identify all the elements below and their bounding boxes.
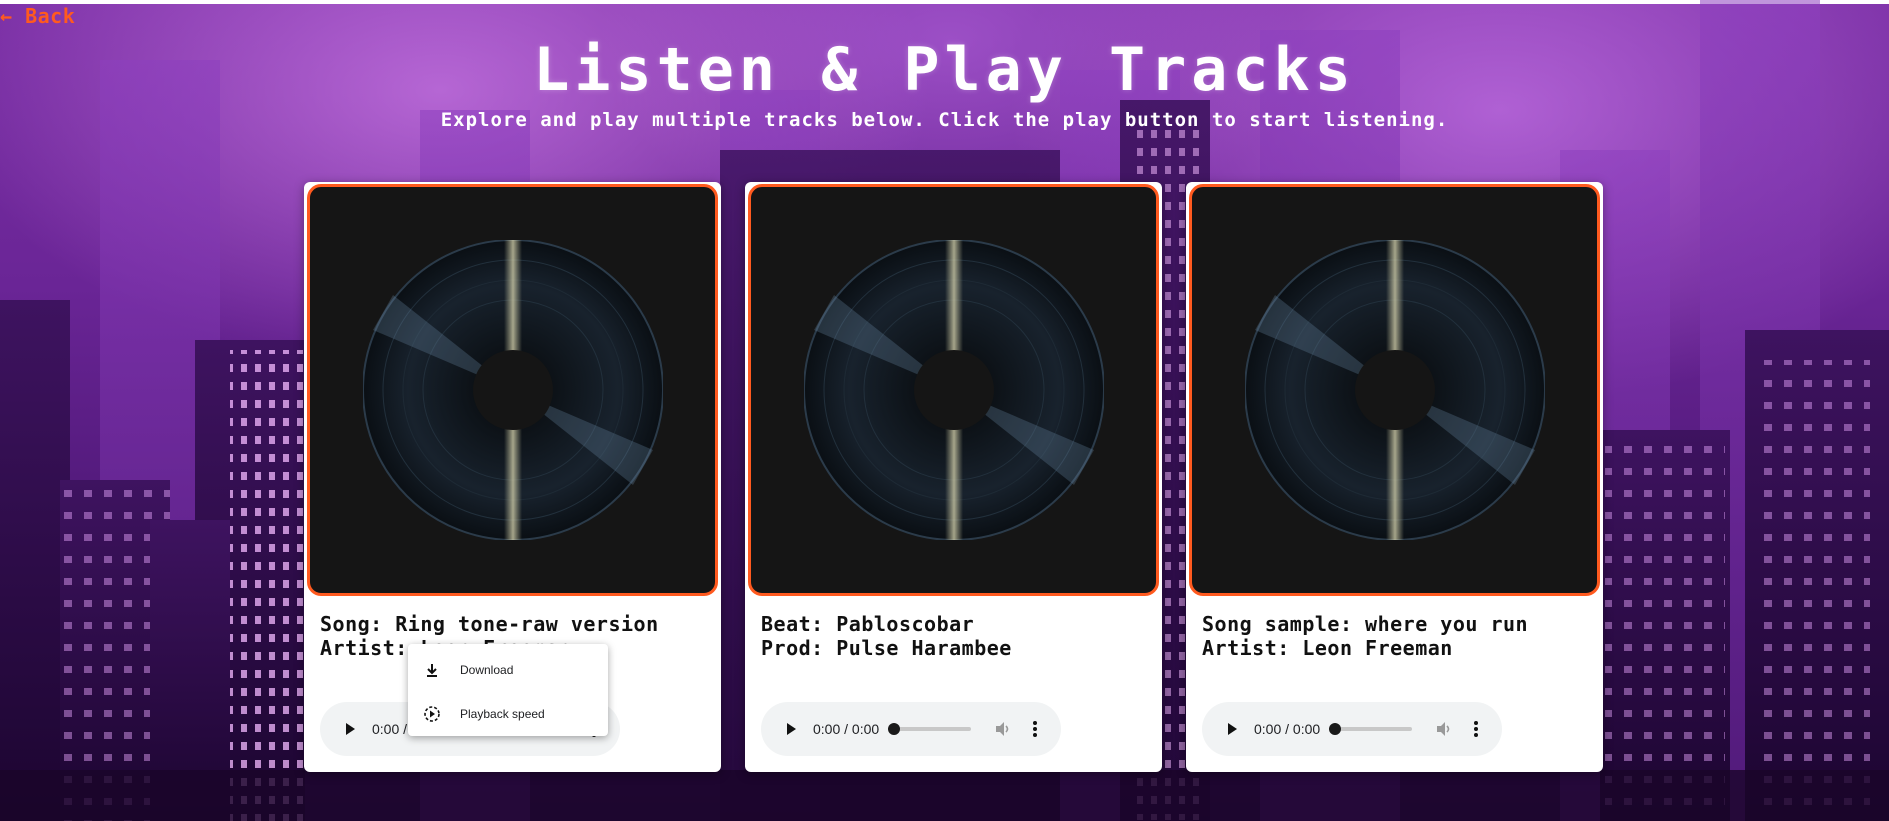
page-header: Listen & Play Tracks Explore and play mu…: [0, 36, 1889, 132]
track-info: Song sample: where you run Artist: Leon …: [1202, 612, 1592, 660]
page-title: Listen & Play Tracks: [533, 35, 1356, 105]
vinyl-record-icon: [362, 240, 663, 540]
play-icon: [787, 723, 796, 735]
volume-icon: [996, 722, 1009, 736]
more-options-button[interactable]: [1025, 717, 1045, 741]
vinyl-cover: [748, 184, 1159, 596]
track-artist: Artist: Leon Freeman: [1202, 636, 1453, 660]
player-options-menu: Download Playback speed: [408, 644, 608, 736]
volume-button[interactable]: [1434, 719, 1454, 739]
time-display: 0:00 / 0:00: [813, 721, 880, 737]
volume-icon: [1437, 722, 1450, 736]
seek-knob[interactable]: [1329, 723, 1341, 735]
track-title: Song sample: where you run: [1202, 612, 1529, 636]
menu-item-download[interactable]: Download: [408, 648, 608, 692]
download-icon: [422, 660, 442, 680]
vinyl-record-icon: [803, 240, 1104, 540]
menu-item-playback-speed[interactable]: Playback speed: [408, 692, 608, 736]
playback-speed-icon: [422, 704, 442, 724]
more-options-icon: [1033, 721, 1037, 737]
time-display: 0:00 / 0:00: [1254, 721, 1321, 737]
track-title: Song: Ring tone-raw version: [320, 612, 659, 636]
menu-item-label: Download: [460, 663, 514, 677]
vinyl-cover: [307, 184, 718, 596]
vinyl-cover: [1189, 184, 1600, 596]
track-artist: Prod: Pulse Harambee: [761, 636, 1012, 660]
track-card: Beat: Pabloscobar Prod: Pulse Harambee 0…: [745, 182, 1162, 772]
more-options-icon: [1474, 721, 1478, 737]
audio-player: 0:00 / 0:00: [761, 702, 1061, 756]
play-button[interactable]: [330, 709, 370, 749]
menu-item-label: Playback speed: [460, 707, 545, 721]
play-button[interactable]: [1212, 709, 1252, 749]
vinyl-record-icon: [1244, 240, 1545, 540]
play-icon: [1228, 723, 1237, 735]
audio-player: 0:00 / 0:00: [1202, 702, 1502, 756]
track-info: Beat: Pabloscobar Prod: Pulse Harambee: [761, 612, 1151, 660]
seek-bar[interactable]: [888, 723, 971, 735]
back-link[interactable]: ← Back: [0, 4, 75, 28]
more-options-button[interactable]: [1466, 717, 1486, 741]
play-button[interactable]: [771, 709, 811, 749]
play-icon: [346, 723, 355, 735]
seek-knob[interactable]: [888, 723, 900, 735]
track-title: Beat: Pabloscobar: [761, 612, 975, 636]
page-subtitle: Explore and play multiple tracks below. …: [440, 109, 1449, 131]
seek-bar[interactable]: [1329, 723, 1412, 735]
track-card: Song sample: where you run Artist: Leon …: [1186, 182, 1603, 772]
volume-button[interactable]: [993, 719, 1013, 739]
